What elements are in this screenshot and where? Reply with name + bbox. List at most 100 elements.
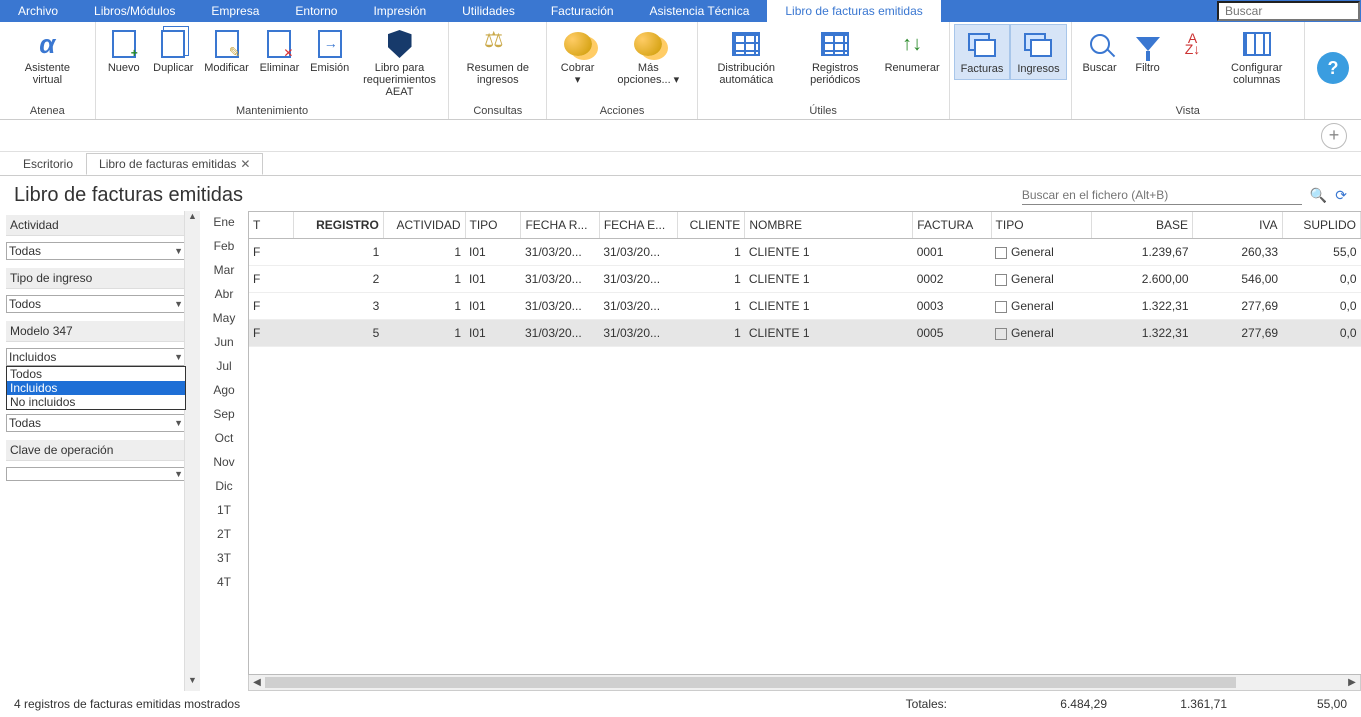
dropdown-option-incluidos[interactable]: Incluidos xyxy=(7,381,185,395)
add-button[interactable]: + xyxy=(1321,123,1347,149)
sidebar-scrollbar[interactable]: ▲▼ xyxy=(184,211,200,691)
cell: 31/03/20... xyxy=(521,320,599,347)
col-header[interactable]: CLIENTE xyxy=(678,212,745,239)
month-3t[interactable]: 3T xyxy=(217,551,231,565)
month-4t[interactable]: 4T xyxy=(217,575,231,589)
col-header[interactable]: NOMBRE xyxy=(745,212,913,239)
menu-empresa[interactable]: Empresa xyxy=(193,0,277,22)
month-2t[interactable]: 2T xyxy=(217,527,231,541)
month-may[interactable]: May xyxy=(213,311,236,325)
table-row[interactable]: F51I0131/03/20...31/03/20...1CLIENTE 100… xyxy=(249,320,1361,347)
month-oct[interactable]: Oct xyxy=(215,431,234,445)
checkbox[interactable] xyxy=(995,328,1007,340)
filter-select-tipo-ingreso[interactable]: Todos▼ xyxy=(6,295,186,313)
help-button[interactable]: ? xyxy=(1305,22,1361,119)
filter-select-extra[interactable]: Todas▼ xyxy=(6,414,186,432)
col-header[interactable]: REGISTRO xyxy=(294,212,384,239)
dropdown-option-no-incluidos[interactable]: No incluidos xyxy=(7,395,185,409)
month-1t[interactable]: 1T xyxy=(217,503,231,517)
month-jul[interactable]: Jul xyxy=(216,359,231,373)
status-bar: 4 registros de facturas emitidas mostrad… xyxy=(0,691,1361,717)
resumen-ingresos-button[interactable]: Resumen de ingresos xyxy=(453,24,542,90)
cell: 277,69 xyxy=(1193,293,1283,320)
global-search-input[interactable] xyxy=(1217,1,1360,21)
col-header[interactable]: FACTURA xyxy=(913,212,991,239)
duplicar-button[interactable]: Duplicar xyxy=(148,24,199,78)
checkbox[interactable] xyxy=(995,301,1007,313)
month-feb[interactable]: Feb xyxy=(214,239,235,253)
tab-escritorio[interactable]: Escritorio xyxy=(10,153,86,175)
cobrar-button[interactable]: Cobrar ▾ xyxy=(551,24,604,90)
configurar-columnas-button[interactable]: Configurar columnas xyxy=(1213,24,1300,90)
ribbon-group-label xyxy=(954,115,1067,119)
col-header[interactable]: BASE xyxy=(1092,212,1193,239)
scroll-right-icon[interactable]: ▶ xyxy=(1344,677,1360,688)
facturas-button[interactable]: Facturas xyxy=(954,24,1011,80)
menu-libros-modulos[interactable]: Libros/Módulos xyxy=(76,0,193,22)
nuevo-button[interactable]: Nuevo xyxy=(100,24,148,78)
filter-select-modelo-347[interactable]: Incluidos▼ xyxy=(6,348,186,366)
ribbon-group-label: Atenea xyxy=(4,103,91,119)
close-icon[interactable]: ✕ xyxy=(240,157,250,171)
menu-facturacion[interactable]: Facturación xyxy=(533,0,632,22)
col-header[interactable]: T xyxy=(249,212,294,239)
table-row[interactable]: F21I0131/03/20...31/03/20...1CLIENTE 100… xyxy=(249,266,1361,293)
emision-button[interactable]: Emisión xyxy=(305,24,355,78)
aeat-icon xyxy=(388,30,412,58)
scroll-up-icon[interactable]: ▲ xyxy=(185,211,200,227)
month-abr[interactable]: Abr xyxy=(215,287,234,301)
horizontal-scrollbar[interactable]: ◀ ▶ xyxy=(248,675,1361,691)
col-header[interactable]: ACTIVIDAD xyxy=(383,212,465,239)
table-row[interactable]: F11I0131/03/20...31/03/20...1CLIENTE 100… xyxy=(249,239,1361,266)
registros-periodicos-button[interactable]: Registros periódicos xyxy=(791,24,880,90)
menu-entorno[interactable]: Entorno xyxy=(277,0,355,22)
duplicate-icon xyxy=(161,30,185,58)
scrollbar-thumb[interactable] xyxy=(265,677,1236,688)
eliminar-button[interactable]: Eliminar xyxy=(254,24,305,78)
menu-impresion[interactable]: Impresión xyxy=(355,0,444,22)
tab-libro-facturas[interactable]: Libro de facturas emitidas✕ xyxy=(86,153,263,175)
menu-libro-facturas-emitidas[interactable]: Libro de facturas emitidas xyxy=(767,0,940,22)
month-mar[interactable]: Mar xyxy=(214,263,235,277)
col-header[interactable]: TIPO xyxy=(465,212,521,239)
scroll-down-icon[interactable]: ▼ xyxy=(185,675,200,691)
menu-utilidades[interactable]: Utilidades xyxy=(444,0,533,22)
col-header[interactable]: FECHA R... xyxy=(521,212,599,239)
filter-select-clave-operacion[interactable]: ▼ xyxy=(6,467,186,481)
dropdown-option-todos[interactable]: Todos xyxy=(7,367,185,381)
month-sep[interactable]: Sep xyxy=(213,407,234,421)
asistente-virtual-button[interactable]: αAsistente virtual xyxy=(4,24,91,90)
libro-aeat-button[interactable]: Libro para requerimientos AEAT xyxy=(355,24,445,102)
buscar-button[interactable]: Buscar xyxy=(1076,24,1124,78)
col-header[interactable]: FECHA E... xyxy=(599,212,677,239)
ordenar-button[interactable]: AZ↓ xyxy=(1172,24,1214,66)
search-icon[interactable]: 🔍 xyxy=(1310,187,1327,204)
renumerar-button[interactable]: ↑↓Renumerar xyxy=(880,24,945,78)
month-dic[interactable]: Dic xyxy=(215,479,232,493)
checkbox[interactable] xyxy=(995,274,1007,286)
menu-archivo[interactable]: Archivo xyxy=(0,0,76,22)
scroll-left-icon[interactable]: ◀ xyxy=(249,677,265,688)
cell: General xyxy=(991,293,1092,320)
mas-opciones-button[interactable]: Más opciones... ▾ xyxy=(604,24,693,90)
filter-select-actividad[interactable]: Todas▼ xyxy=(6,242,186,260)
refresh-icon[interactable]: ⟳ xyxy=(1335,187,1347,204)
col-header[interactable]: SUPLIDO xyxy=(1282,212,1360,239)
ribbon-group-label: Acciones xyxy=(551,103,692,119)
col-header[interactable]: TIPO xyxy=(991,212,1092,239)
month-nov[interactable]: Nov xyxy=(213,455,234,469)
modificar-button[interactable]: Modificar xyxy=(199,24,254,78)
file-search-input[interactable] xyxy=(1022,186,1302,205)
col-header[interactable]: IVA xyxy=(1193,212,1283,239)
ingresos-button[interactable]: Ingresos xyxy=(1010,24,1066,80)
table-row[interactable]: F31I0131/03/20...31/03/20...1CLIENTE 100… xyxy=(249,293,1361,320)
cell: 0001 xyxy=(913,239,991,266)
month-ago[interactable]: Ago xyxy=(213,383,234,397)
filtro-button[interactable]: Filtro xyxy=(1124,24,1172,78)
month-jun[interactable]: Jun xyxy=(214,335,233,349)
checkbox[interactable] xyxy=(995,247,1007,259)
month-ene[interactable]: Ene xyxy=(213,215,234,229)
menu-asistencia[interactable]: Asistencia Técnica xyxy=(632,0,768,22)
distribucion-button[interactable]: Distribución automática xyxy=(702,24,791,90)
cell: 1 xyxy=(294,239,384,266)
